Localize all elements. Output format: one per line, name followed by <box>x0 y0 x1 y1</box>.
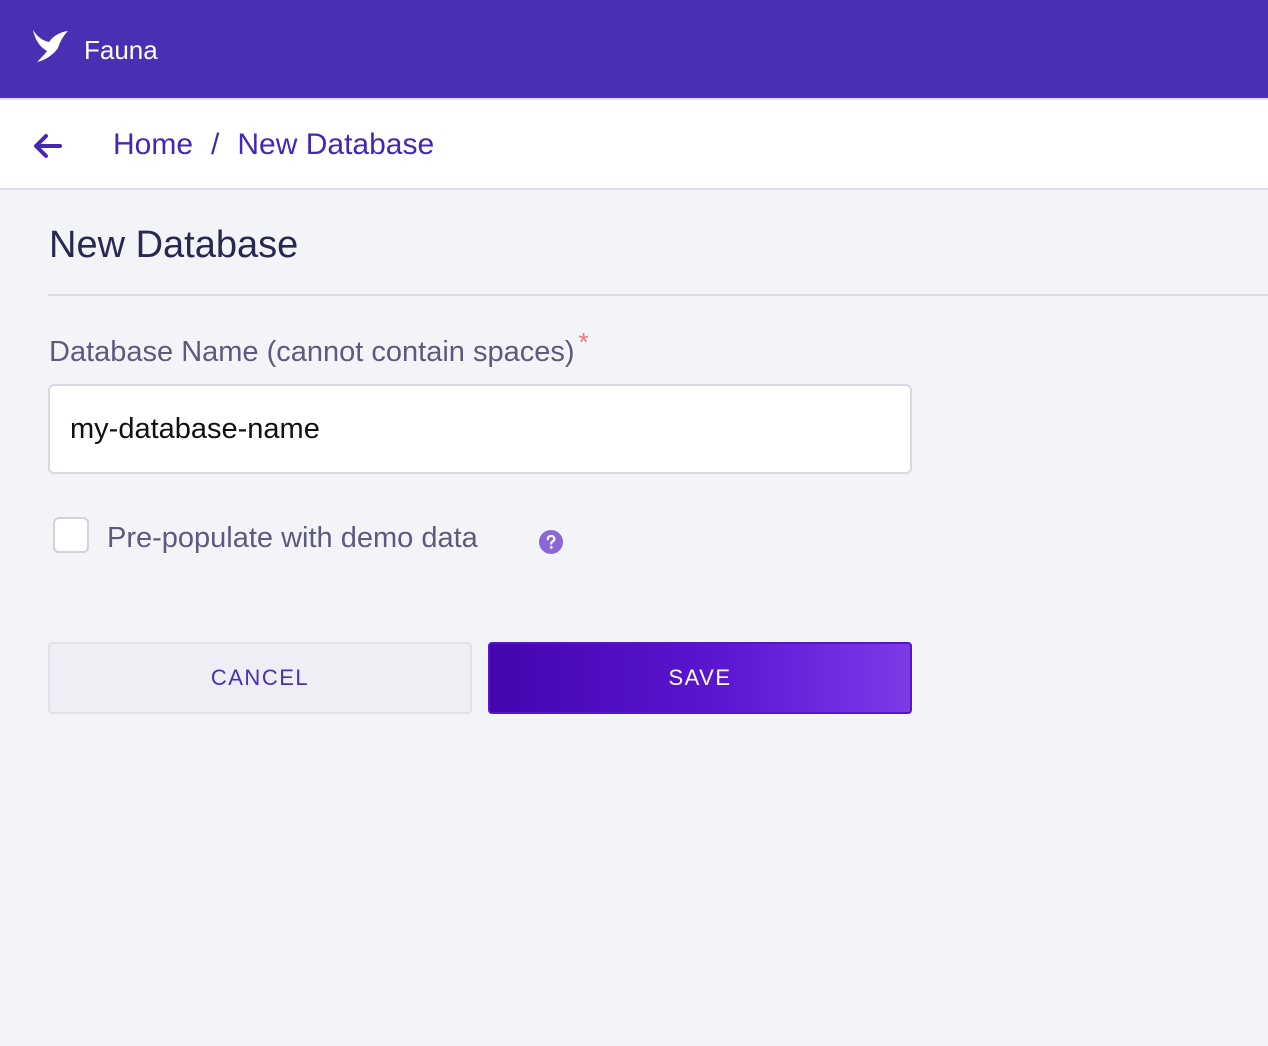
fauna-logo-icon[interactable] <box>30 24 70 64</box>
breadcrumb: Home / New Database <box>113 128 434 162</box>
breadcrumb-bar: Home / New Database <box>0 98 1268 190</box>
demo-data-checkbox[interactable] <box>53 517 89 553</box>
top-bar: Fauna <box>0 0 1268 98</box>
app-name[interactable]: Fauna <box>84 35 158 66</box>
demo-data-checkbox-label[interactable]: Pre-populate with demo data <box>107 522 478 555</box>
arrow-left-icon[interactable] <box>30 128 66 164</box>
save-button[interactable]: SAVE <box>488 642 912 714</box>
page-title: New Database <box>49 224 299 266</box>
breadcrumb-new-database[interactable]: New Database <box>237 128 434 162</box>
required-marker: * <box>578 327 589 357</box>
breadcrumb-home[interactable]: Home <box>113 128 193 162</box>
database-name-input[interactable] <box>48 384 912 474</box>
title-divider <box>48 294 1268 296</box>
database-name-label-text: Database Name (cannot contain spaces) <box>49 336 575 368</box>
database-name-label: Database Name (cannot contain spaces) * <box>49 327 589 369</box>
question-circle-icon[interactable] <box>539 530 563 554</box>
cancel-button[interactable]: CANCEL <box>48 642 472 714</box>
breadcrumb-separator: / <box>211 128 220 161</box>
